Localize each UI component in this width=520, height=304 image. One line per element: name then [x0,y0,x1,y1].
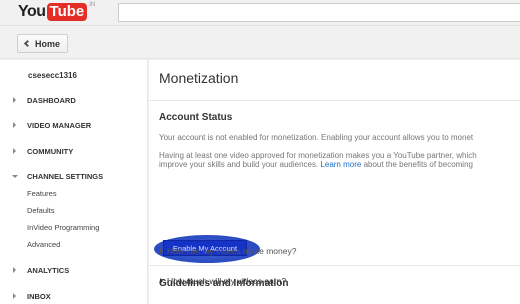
top-bar: You Tube IN [0,0,520,26]
sidebar-item-dashboard[interactable]: DASHBOARD [0,94,148,108]
partner-info-text-pre: improve your skills and build your audie… [159,160,321,169]
sidebar-subitem-defaults[interactable]: Defaults [27,206,55,215]
sidebar-item-label: INBOX [27,292,51,301]
sidebar-item-inbox[interactable]: INBOX [0,290,148,304]
youtube-logo[interactable]: You Tube IN [18,2,95,22]
expand-arrow-icon [13,148,16,154]
sidebar-item-label: COMMUNITY [27,147,74,156]
home-bar: Home [0,27,520,59]
sidebar-item-video-manager[interactable]: VIDEO MANAGER [0,119,148,133]
expand-arrow-icon [160,248,163,254]
account-status-text: Your account is not enabled for monetiza… [159,133,474,142]
search-input[interactable] [118,3,520,22]
learn-more-link[interactable]: Learn more [320,160,361,169]
expand-arrow-icon [13,97,16,103]
faq-question-label: How can my videos make money? [167,246,297,256]
faq-item-earnings[interactable]: How much will my videos earn? [160,276,286,286]
sidebar-item-label: DASHBOARD [27,96,76,105]
expand-arrow-icon [13,293,16,299]
logo-tube-text: Tube [46,3,88,21]
sidebar: csesecc1316 DASHBOARD VIDEO MANAGER COMM… [0,60,148,304]
sidebar-item-label: VIDEO MANAGER [27,121,92,130]
sidebar-item-label: ANALYTICS [27,266,70,275]
page-title: Monetization [159,70,239,86]
sidebar-item-channel-settings[interactable]: CHANNEL SETTINGS [0,170,148,184]
sidebar-item-label: CHANNEL SETTINGS [27,172,104,181]
faq-item-make-money[interactable]: How can my videos make money? [160,246,296,256]
expand-arrow-icon [13,122,16,128]
home-button-label: Home [35,38,61,49]
expand-arrow-icon [13,267,16,273]
faq-question-label: How much will my videos earn? [167,276,287,286]
divider [149,100,520,101]
main-content: Monetization Account Status Your account… [149,60,520,304]
sidebar-item-analytics[interactable]: ANALYTICS [0,264,148,278]
sidebar-subitem-advanced[interactable]: Advanced [27,240,60,249]
sidebar-item-community[interactable]: COMMUNITY [0,145,148,159]
expand-arrow-icon [160,278,163,284]
logo-you-text: You [18,3,46,20]
logo-country-code: IN [89,2,96,8]
partner-info-text-post: about the benefits of becoming [361,160,473,169]
chevron-left-icon [23,39,32,48]
partner-info-text-continued: improve your skills and build your audie… [159,160,473,170]
collapse-arrow-icon [12,175,18,178]
sidebar-subitem-invideo-programming[interactable]: InVideo Programming [27,223,99,232]
sidebar-subitem-features[interactable]: Features [27,189,57,198]
home-button[interactable]: Home [17,34,69,53]
channel-username[interactable]: csesecc1316 [28,71,77,80]
divider [149,265,520,266]
account-status-heading: Account Status [159,112,233,123]
